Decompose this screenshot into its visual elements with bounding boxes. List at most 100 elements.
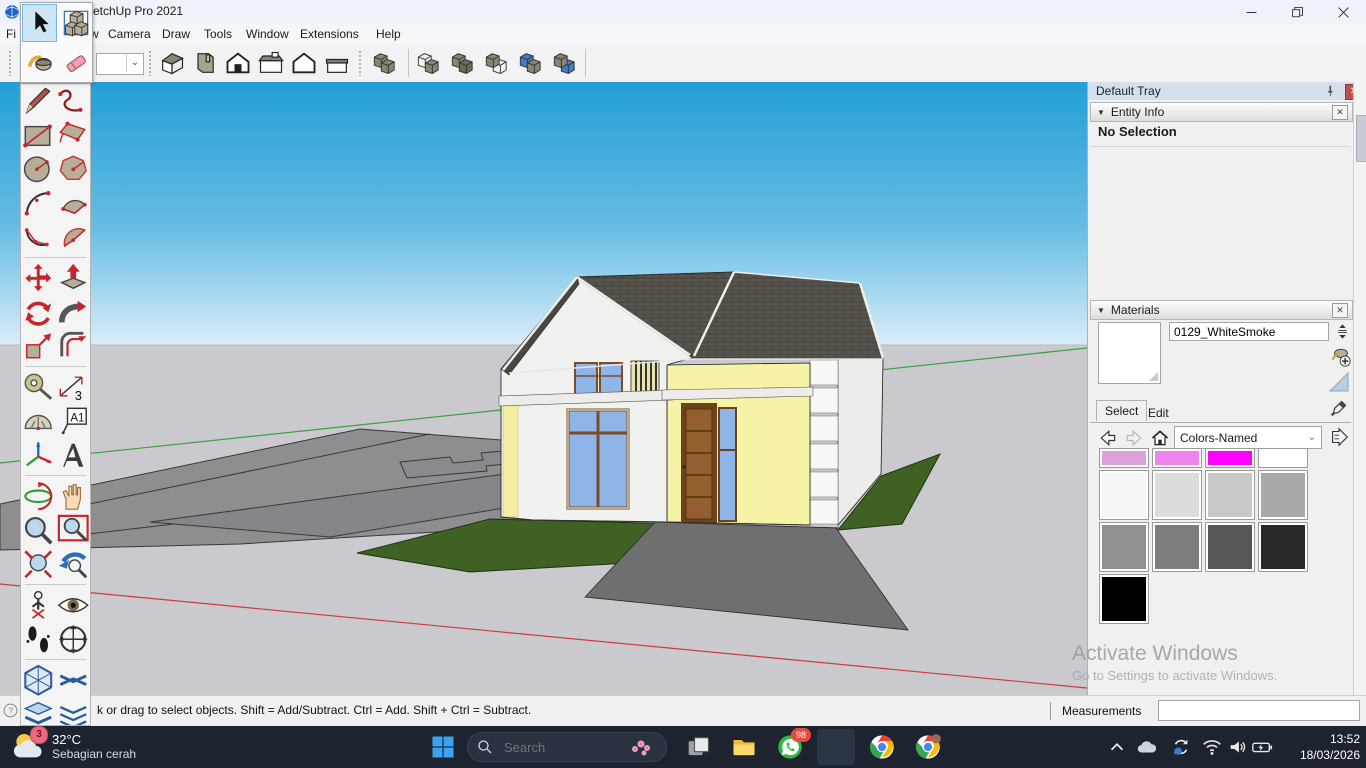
menu-extensions[interactable]: Extensions	[296, 26, 363, 42]
orbit-tool-button[interactable]	[21, 479, 56, 514]
two-point-arc-tool-button[interactable]	[56, 186, 91, 221]
material-swatch[interactable]	[1099, 470, 1149, 520]
paint-bucket-tool-button[interactable]	[22, 43, 57, 81]
offset-tool-button[interactable]	[56, 329, 91, 364]
viewport[interactable]	[0, 82, 1087, 695]
rotate-tool-button[interactable]	[21, 295, 56, 330]
restore-button[interactable]	[1274, 0, 1320, 24]
turn-tool-button[interactable]	[56, 622, 91, 657]
tray-scrollbar[interactable]	[1353, 82, 1366, 695]
material-swatch[interactable]	[1152, 522, 1202, 572]
material-swatch[interactable]	[1152, 470, 1202, 520]
position-camera-tool-button[interactable]	[21, 588, 56, 623]
search-input[interactable]	[502, 739, 616, 756]
style-combo[interactable]: ⌄	[96, 53, 144, 75]
section-display-tool-button[interactable]	[21, 697, 56, 726]
section-plane-tool-button[interactable]	[21, 663, 56, 698]
axes-tool-button[interactable]	[21, 438, 56, 473]
material-swatch[interactable]	[1099, 574, 1149, 624]
material-swatch[interactable]	[1152, 448, 1202, 468]
sync-icon[interactable]	[1170, 736, 1192, 758]
select-tool-button[interactable]	[22, 4, 57, 42]
trim-button[interactable]	[516, 47, 548, 79]
split-button[interactable]	[550, 47, 582, 79]
start-button[interactable]	[429, 733, 457, 761]
outer-shell-button[interactable]	[370, 47, 402, 79]
scale-tool-button[interactable]	[21, 329, 56, 364]
freehand-tool-button[interactable]	[56, 84, 91, 119]
intersect-button[interactable]	[414, 47, 446, 79]
material-swatch[interactable]	[1099, 522, 1149, 572]
three-point-arc-tool-button[interactable]	[21, 220, 56, 255]
zoom-previous-tool-button[interactable]	[56, 547, 91, 582]
follow-me-tool-button[interactable]	[56, 295, 91, 330]
material-swatch[interactable]	[1099, 448, 1149, 468]
zoom-tool-button[interactable]	[21, 513, 56, 548]
wifi-icon[interactable]	[1201, 736, 1223, 758]
measurements-input[interactable]	[1158, 700, 1360, 721]
material-swatch[interactable]	[1205, 470, 1255, 520]
whatsapp-taskbar-button[interactable]: 98	[776, 733, 804, 761]
push-pull-tool-button[interactable]	[56, 261, 91, 296]
material-swatch[interactable]	[1205, 448, 1255, 468]
zoom-window-tool-button[interactable]	[56, 513, 91, 548]
polygon-tool-button[interactable]	[56, 152, 91, 187]
battery-icon[interactable]	[1251, 736, 1273, 758]
menu-draw[interactable]: Draw	[158, 26, 194, 42]
text-tool-button[interactable]: A1	[56, 404, 91, 439]
menu-camera[interactable]: Camera	[104, 26, 155, 42]
sketchup-app-taskbar-button[interactable]	[822, 733, 850, 761]
menu-tools[interactable]: Tools	[200, 26, 236, 42]
subtract-button[interactable]	[482, 47, 514, 79]
view-front-button[interactable]	[222, 47, 254, 79]
menu-window[interactable]: Window	[242, 26, 293, 42]
tape-measure-tool-button[interactable]	[21, 370, 56, 405]
arc-tool-button[interactable]	[21, 186, 56, 221]
circle-tool-button[interactable]	[21, 152, 56, 187]
minimize-button[interactable]	[1228, 0, 1274, 24]
toolbar-grip[interactable]	[358, 50, 362, 76]
component-tool-button[interactable]	[58, 4, 93, 42]
union-button[interactable]	[448, 47, 480, 79]
view-back-box-button[interactable]	[189, 47, 221, 79]
material-swatch[interactable]	[1258, 470, 1308, 520]
view-outline-button[interactable]	[288, 47, 320, 79]
scrollbar-thumb[interactable]	[1356, 115, 1366, 162]
3d-text-tool-button[interactable]	[56, 438, 91, 473]
pie-tool-button[interactable]	[56, 220, 91, 255]
move-tool-button[interactable]	[21, 261, 56, 296]
view-iso-button[interactable]	[156, 47, 188, 79]
dimension-tool-button[interactable]: 3	[56, 370, 91, 405]
section-fill-tool-button[interactable]	[56, 663, 91, 698]
material-swatch[interactable]	[1205, 522, 1255, 572]
toolbar-grip[interactable]	[148, 50, 152, 76]
chevron-up-icon[interactable]	[1106, 736, 1128, 758]
menu-file[interactable]: Fi	[2, 26, 20, 42]
weather-widget[interactable]: 3 32°C Sebagian cerah	[10, 729, 136, 763]
task-view-taskbar-button[interactable]	[684, 733, 712, 761]
look-around-tool-button[interactable]	[56, 588, 91, 623]
view-right-button[interactable]	[255, 47, 287, 79]
rectangle-tool-button[interactable]	[21, 118, 56, 153]
chrome-taskbar-button[interactable]	[868, 733, 896, 761]
volume-icon[interactable]	[1227, 736, 1249, 758]
walk-tool-button[interactable]	[21, 622, 56, 657]
menu-help[interactable]: Help	[372, 26, 405, 42]
close-button[interactable]	[1320, 0, 1366, 24]
view-top-button[interactable]	[321, 47, 353, 79]
protractor-tool-button[interactable]	[21, 404, 56, 439]
clock[interactable]: 13:52 18/03/2026	[1300, 731, 1360, 763]
toolbar-grip[interactable]	[8, 50, 12, 76]
eraser-tool-button[interactable]	[58, 43, 93, 81]
material-swatch[interactable]	[1258, 522, 1308, 572]
help-icon[interactable]: ?	[2, 702, 19, 719]
onedrive-icon[interactable]	[1135, 736, 1157, 758]
file-explorer-taskbar-button[interactable]	[730, 733, 758, 761]
material-swatch[interactable]	[1258, 448, 1308, 468]
search-bar[interactable]	[467, 732, 667, 762]
pan-tool-button[interactable]	[56, 479, 91, 514]
rotated-rectangle-tool-button[interactable]	[56, 118, 91, 153]
zoom-extents-tool-button[interactable]	[21, 547, 56, 582]
line-tool-button[interactable]	[21, 84, 56, 119]
section-cut-tool-button[interactable]	[56, 697, 91, 726]
